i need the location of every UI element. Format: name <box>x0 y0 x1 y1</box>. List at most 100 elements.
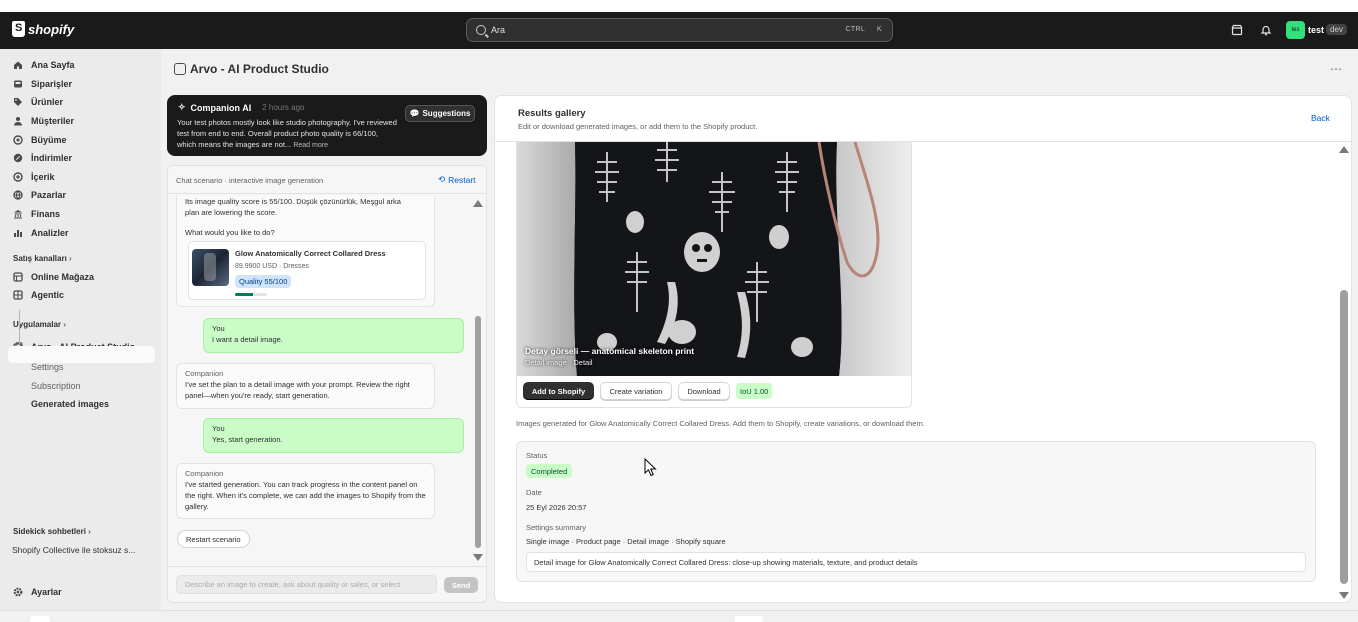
message-text: I want a detail image. <box>212 335 283 344</box>
search-bar[interactable]: Ara CTRL K <box>466 18 893 42</box>
store-icon[interactable] <box>1231 24 1243 36</box>
results-title: Results gallery <box>518 108 586 119</box>
avatar[interactable]: tes <box>1286 21 1305 39</box>
more-actions-icon[interactable]: ⋯ <box>1330 62 1343 76</box>
sidebar-item-label: Ana Sayfa <box>31 60 75 70</box>
message-author: Companion <box>185 469 224 478</box>
chat-scenario-label: Chat scenario · interactive image genera… <box>176 176 324 185</box>
scroll-up-arrow[interactable] <box>1339 146 1349 153</box>
sidebar-item-growth[interactable]: Büyüme <box>13 135 67 145</box>
restart-label: Restart <box>448 174 476 185</box>
message-author: You <box>212 424 225 433</box>
chevron-right-icon: › <box>63 320 66 329</box>
sales-channels-label: Satış kanalları <box>13 254 67 263</box>
chat-scrollbar-thumb[interactable] <box>475 316 481 548</box>
sidebar-item-finance[interactable]: Finans <box>13 209 60 219</box>
chat-input[interactable]: Describe an image to create, ask about q… <box>176 575 437 594</box>
image-subtitle: Detail image · Detail <box>525 358 593 367</box>
create-variation-button[interactable]: Create variation <box>600 382 672 400</box>
bottom-tab <box>735 616 763 622</box>
bottom-tab <box>30 616 50 622</box>
companion-summary-text: Your test photos mostly look like studio… <box>177 118 397 149</box>
shortcut-key: K <box>877 26 882 33</box>
sidebar-item-label: Finans <box>31 209 61 219</box>
user-message-bubble: You Yes, start generation. <box>203 418 464 453</box>
sidebar-subitem-subscription[interactable]: Subscription <box>31 381 81 391</box>
chevron-right-icon: › <box>69 254 72 263</box>
window-top-strip <box>0 0 1358 12</box>
sidebar-item-label: Agentic <box>31 290 65 300</box>
chat-divider <box>167 566 487 567</box>
sidebar-subitem-settings[interactable]: Settings <box>31 362 64 372</box>
mouse-cursor-icon <box>644 458 657 477</box>
sidebar-item-online-store[interactable]: Online Mağaza <box>13 272 94 282</box>
dev-badge: dev <box>1326 24 1347 35</box>
message-author: You <box>212 324 225 333</box>
bank-icon <box>13 209 23 219</box>
shopify-logo[interactable]: shopify <box>12 21 74 37</box>
apps-heading[interactable]: Uygulamalar › <box>13 320 66 329</box>
sidebar-item-label: Online Mağaza <box>31 272 95 282</box>
store-name[interactable]: test <box>1308 25 1324 35</box>
companion-message-bubble: Companion I've set the plan to a detail … <box>176 363 435 409</box>
sidebar-item-label: Siparişler <box>31 79 73 89</box>
send-button[interactable]: Send <box>444 577 478 593</box>
shortcut-ctrl: CTRL <box>845 26 866 33</box>
scroll-down-arrow[interactable] <box>1339 592 1349 599</box>
quality-progress-bar <box>235 293 267 296</box>
tag-icon <box>13 97 23 107</box>
image-title: Detay görseli — anatomical skeleton prin… <box>525 346 695 356</box>
scroll-up-arrow[interactable] <box>473 200 483 207</box>
restart-scenario-button[interactable]: Restart scenario <box>177 530 250 548</box>
gallery-note: Images generated for Glow Anatomically C… <box>516 419 925 428</box>
status-label: Status <box>526 451 548 460</box>
companion-summary: Your test photos mostly look like studio… <box>177 117 399 151</box>
back-button[interactable]: Back <box>1311 113 1330 123</box>
globe-icon <box>13 190 23 200</box>
generated-image[interactable] <box>517 142 911 376</box>
message-text-line: Its image quality score is 55/100. Düşük… <box>185 197 401 206</box>
suggestions-button[interactable]: 💬 Suggestions <box>405 105 475 122</box>
sidebar-item-home[interactable]: Ana Sayfa <box>13 60 75 70</box>
status-badge: Completed <box>526 464 573 478</box>
sidebar-item-markets[interactable]: Pazarlar <box>13 190 66 200</box>
sidebar-item-content[interactable]: İçerik <box>13 172 55 182</box>
scroll-down-arrow[interactable] <box>473 554 483 561</box>
sales-channels-heading[interactable]: Satış kanalları › <box>13 254 72 263</box>
sidekick-chat-item[interactable]: Shopify Collective ile stoksuz s... <box>12 545 135 555</box>
sidebar-item-orders[interactable]: Siparişler <box>13 79 72 89</box>
add-to-shopify-button[interactable]: Add to Shopify <box>523 382 594 400</box>
search-placeholder: Ara <box>491 25 506 35</box>
restart-button[interactable]: ⟲ Restart <box>438 174 476 185</box>
message-author: Companion <box>185 369 224 378</box>
sidebar-item-analytics[interactable]: Analizler <box>13 228 69 238</box>
message-text: I've set the plan to a detail image with… <box>185 380 410 400</box>
message-text: Yes, start generation. <box>212 435 283 444</box>
date-value: 25 Eyl 2026 20:57 <box>526 503 587 512</box>
companion-time: 2 hours ago <box>262 103 305 112</box>
sidebar-item-settings[interactable]: Ayarlar <box>13 587 62 597</box>
download-button[interactable]: Download <box>678 382 730 400</box>
window-bottom-strip <box>0 610 1358 622</box>
search-icon <box>476 25 486 35</box>
search-shortcut: CTRL K <box>846 26 882 33</box>
product-card[interactable]: Glow Anatomically Correct Collared Dress… <box>188 241 426 300</box>
apps-label: Uygulamalar <box>13 320 62 329</box>
sidekick-heading[interactable]: Sidekick sohbetleri › <box>13 527 91 536</box>
iou-badge: IoU 1.00 <box>736 383 773 399</box>
grid-icon <box>13 290 23 300</box>
prompt-field[interactable]: Detail image for Glow Anatomically Corre… <box>526 552 1306 572</box>
bell-icon[interactable] <box>1260 24 1272 36</box>
sidebar-item-products[interactable]: Ürünler <box>13 97 63 107</box>
results-scrollbar-thumb[interactable] <box>1340 290 1348 584</box>
sidebar-item-customers[interactable]: Müşteriler <box>13 116 74 126</box>
sidebar-subitem-generated-images[interactable]: Generated images <box>31 399 109 409</box>
sidebar <box>0 49 161 610</box>
sidebar-item-discounts[interactable]: İndirimler <box>13 153 72 163</box>
sidebar-item-agentic[interactable]: Agentic <box>13 290 64 300</box>
companion-message-bubble: Companion I've started generation. You c… <box>176 463 435 519</box>
message-text: I've started generation. You can track p… <box>185 480 426 511</box>
read-more-link[interactable]: Read more <box>293 142 328 149</box>
active-subitem-highlight <box>8 346 155 363</box>
results-header: Results gallery Edit or download generat… <box>495 96 1351 142</box>
